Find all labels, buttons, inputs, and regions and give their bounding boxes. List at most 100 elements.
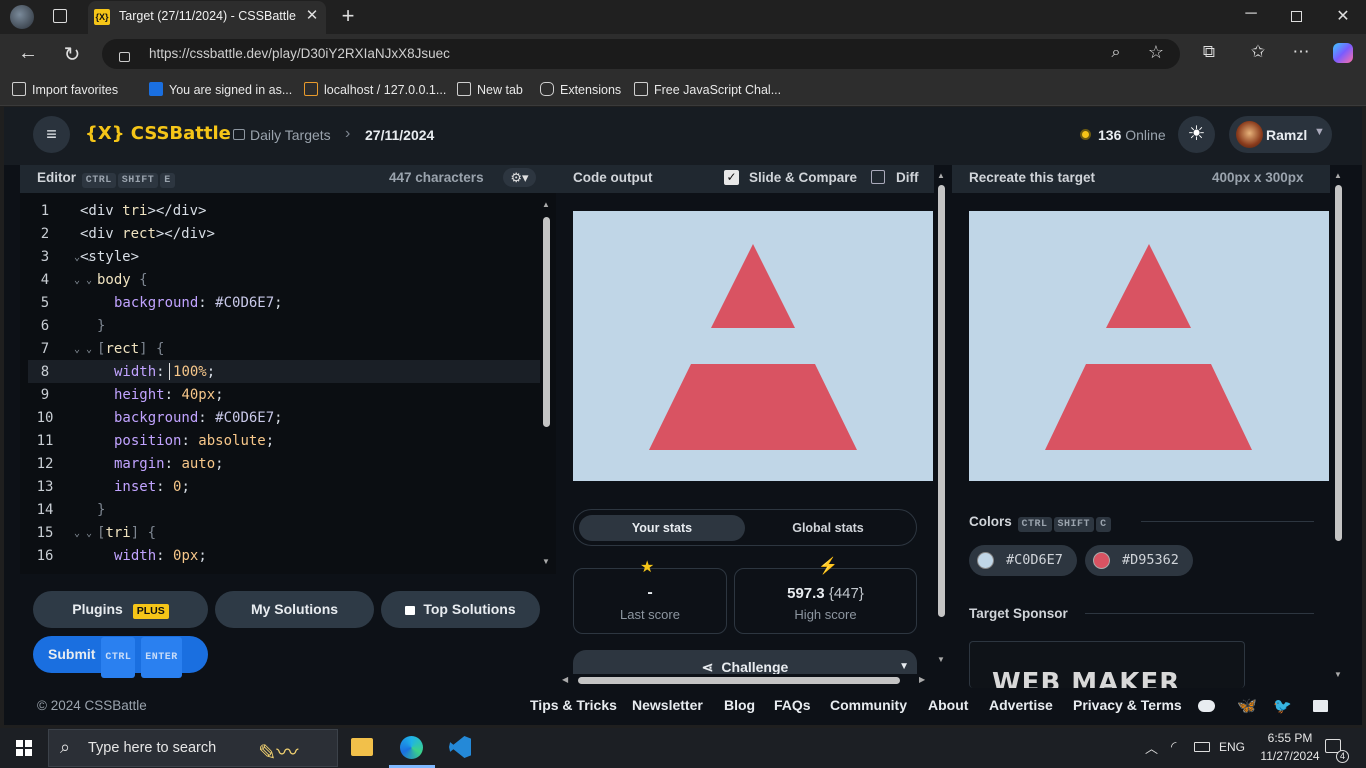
code-line[interactable]: 1 <div tri></div> (20, 200, 538, 223)
site-logo[interactable]: {X} CSSBattle (85, 123, 231, 144)
code-line[interactable]: 7 ⌄ ⌄ [rect] { (20, 338, 538, 361)
code-token: ; (274, 410, 283, 426)
tab-actions-icon[interactable] (53, 9, 67, 23)
footer-link-newsletter[interactable]: Newsletter (632, 697, 703, 713)
favorite-item[interactable]: Extensions (540, 82, 621, 98)
close-window-icon[interactable]: ✕ (1334, 6, 1352, 26)
target-scroll-down-icon[interactable]: ▼ (1334, 670, 1342, 679)
battery-icon[interactable] (1194, 742, 1210, 752)
copilot-icon[interactable] (1333, 43, 1353, 63)
footer-link-community[interactable]: Community (830, 697, 907, 713)
footer-link-faqs[interactable]: FAQs (774, 697, 811, 713)
favorite-item[interactable]: localhost / 127.0.0.1... (304, 82, 446, 98)
color-chip[interactable]: #C0D6E7 (969, 545, 1077, 576)
code-line[interactable]: 5 background: #C0D6E7; (20, 292, 538, 315)
refresh-icon[interactable]: ↻ (60, 42, 84, 67)
editor-scroll-up-icon[interactable]: ▲ (542, 200, 550, 209)
profile-avatar-icon[interactable] (10, 5, 34, 29)
code-line[interactable]: 10 background: #C0D6E7; (20, 407, 538, 430)
slide-compare-checkbox[interactable]: ✓ (724, 170, 739, 185)
diff-checkbox[interactable] (871, 170, 885, 184)
mail-icon[interactable] (1313, 700, 1328, 712)
close-tab-icon[interactable]: ✕ (303, 6, 321, 24)
code-line[interactable]: 9 height: 40px; (20, 384, 538, 407)
zoom-icon[interactable]: ⌕ (1106, 44, 1126, 62)
code-token: tri (122, 203, 148, 219)
code-line[interactable]: 14} (20, 499, 538, 522)
footer-link-blog[interactable]: Blog (724, 697, 755, 713)
favorite-item[interactable]: You are signed in as... (149, 82, 292, 98)
edge-icon[interactable] (400, 736, 423, 759)
target-scroll-up-icon[interactable]: ▲ (1334, 171, 1342, 180)
code-line[interactable]: 4 ⌄ ⌄ body { (20, 269, 538, 292)
windows-start-icon[interactable] (16, 740, 32, 756)
editor-scroll-down-icon[interactable]: ▼ (542, 557, 550, 566)
clock-date[interactable]: 11/27/2024 (1250, 749, 1330, 763)
favorites-list-icon[interactable]: ✩ (1248, 42, 1268, 62)
top-solutions-button[interactable]: Top Solutions (381, 591, 540, 628)
favorite-item[interactable]: Free JavaScript Chal... (634, 82, 781, 98)
editor-settings-button[interactable]: ⚙▾ (503, 168, 536, 187)
vscroll-up-icon[interactable]: ▲ (937, 171, 945, 180)
back-icon[interactable]: ← (16, 42, 40, 65)
target-title: Recreate this target (969, 170, 1096, 185)
search-placeholder[interactable]: Type here to search (88, 740, 216, 756)
code-line[interactable]: 8 width: 100%; (20, 361, 538, 384)
code-line[interactable]: 6} (20, 315, 538, 338)
scroll-right-icon[interactable]: ▶ (919, 675, 925, 684)
submit-button[interactable]: Submit CTRL ENTER (33, 636, 208, 678)
theme-toggle-button[interactable]: ☀ (1178, 116, 1215, 153)
tab-global-stats[interactable]: Global stats (745, 515, 911, 541)
tray-overflow-icon[interactable]: ︿ (1145, 738, 1158, 757)
vscroll-down-icon[interactable]: ▼ (937, 655, 945, 664)
breadcrumb-daily-targets[interactable]: Daily Targets (250, 127, 331, 143)
more-menu-icon[interactable]: ⋯ (1291, 42, 1311, 62)
menu-button[interactable]: ≡ (33, 116, 70, 153)
code-editor[interactable]: 1 <div tri></div> 2 <div rect></div> 3 ⌄ ⌄ <st… (20, 193, 556, 574)
url-text[interactable]: https://cssbattle.dev/play/D30iY2RXIaNJx… (149, 46, 450, 61)
output-vscroll-thumb[interactable] (938, 185, 945, 617)
discord-icon[interactable] (1198, 700, 1215, 712)
minimize-icon[interactable]: ─ (1242, 5, 1260, 23)
favorite-item[interactable]: Import favorites (12, 82, 118, 98)
username[interactable]: Ramzl (1266, 127, 1307, 143)
favorite-star-icon[interactable]: ☆ (1146, 42, 1166, 63)
footer-link-tips[interactable]: Tips & Tricks (530, 697, 617, 713)
extensions-icon[interactable]: ⧉ (1199, 42, 1219, 62)
code-line[interactable]: 2 <div rect></div> (20, 223, 538, 246)
challenge-button[interactable]: ⋖ Challenge ▼ (573, 650, 917, 676)
footer-link-advertise[interactable]: Advertise (989, 697, 1053, 713)
restore-icon[interactable] (1291, 11, 1302, 22)
avatar[interactable] (1236, 121, 1263, 148)
color-chip[interactable]: #D95362 (1085, 545, 1193, 576)
twitter-icon[interactable]: 🐦 (1273, 697, 1292, 715)
network-icon[interactable]: ◜ (1171, 738, 1176, 755)
colors-divider (1141, 521, 1314, 522)
language-indicator[interactable]: ENG (1219, 740, 1245, 754)
plugins-button[interactable]: Plugins PLUS (33, 591, 208, 628)
new-tab-icon[interactable]: + (338, 3, 358, 29)
code-line[interactable]: 16 width: 0px; (20, 545, 538, 568)
tab-your-stats[interactable]: Your stats (579, 515, 745, 541)
code-line[interactable]: 11 position: absolute; (20, 430, 538, 453)
code-line[interactable]: 12 margin: auto; (20, 453, 538, 476)
bluesky-icon[interactable]: 🦋 (1237, 696, 1257, 716)
lock-icon[interactable] (119, 52, 130, 62)
diff-label[interactable]: Diff (896, 170, 919, 185)
slide-compare-label[interactable]: Slide & Compare (749, 170, 857, 185)
scroll-left-icon[interactable]: ◀ (562, 675, 568, 684)
file-explorer-icon[interactable] (351, 738, 373, 756)
output-canvas[interactable] (573, 211, 933, 481)
my-solutions-button[interactable]: My Solutions (215, 591, 374, 628)
code-line[interactable]: 15 ⌄ ⌄ [tri] { (20, 522, 538, 545)
code-line[interactable]: 13 inset: 0; (20, 476, 538, 499)
favorite-item[interactable]: New tab (457, 82, 523, 98)
code-line[interactable]: 3 ⌄ ⌄ <style> (20, 246, 538, 269)
clock-time[interactable]: 6:55 PM (1260, 731, 1320, 745)
footer-link-privacy[interactable]: Privacy & Terms (1073, 697, 1182, 713)
sponsor-card[interactable]: WEB MAKER (969, 641, 1245, 688)
output-hscroll-thumb[interactable] (578, 677, 900, 684)
footer-link-about[interactable]: About (928, 697, 968, 713)
editor-scroll-thumb[interactable] (543, 217, 550, 427)
target-scroll-thumb[interactable] (1335, 185, 1342, 541)
